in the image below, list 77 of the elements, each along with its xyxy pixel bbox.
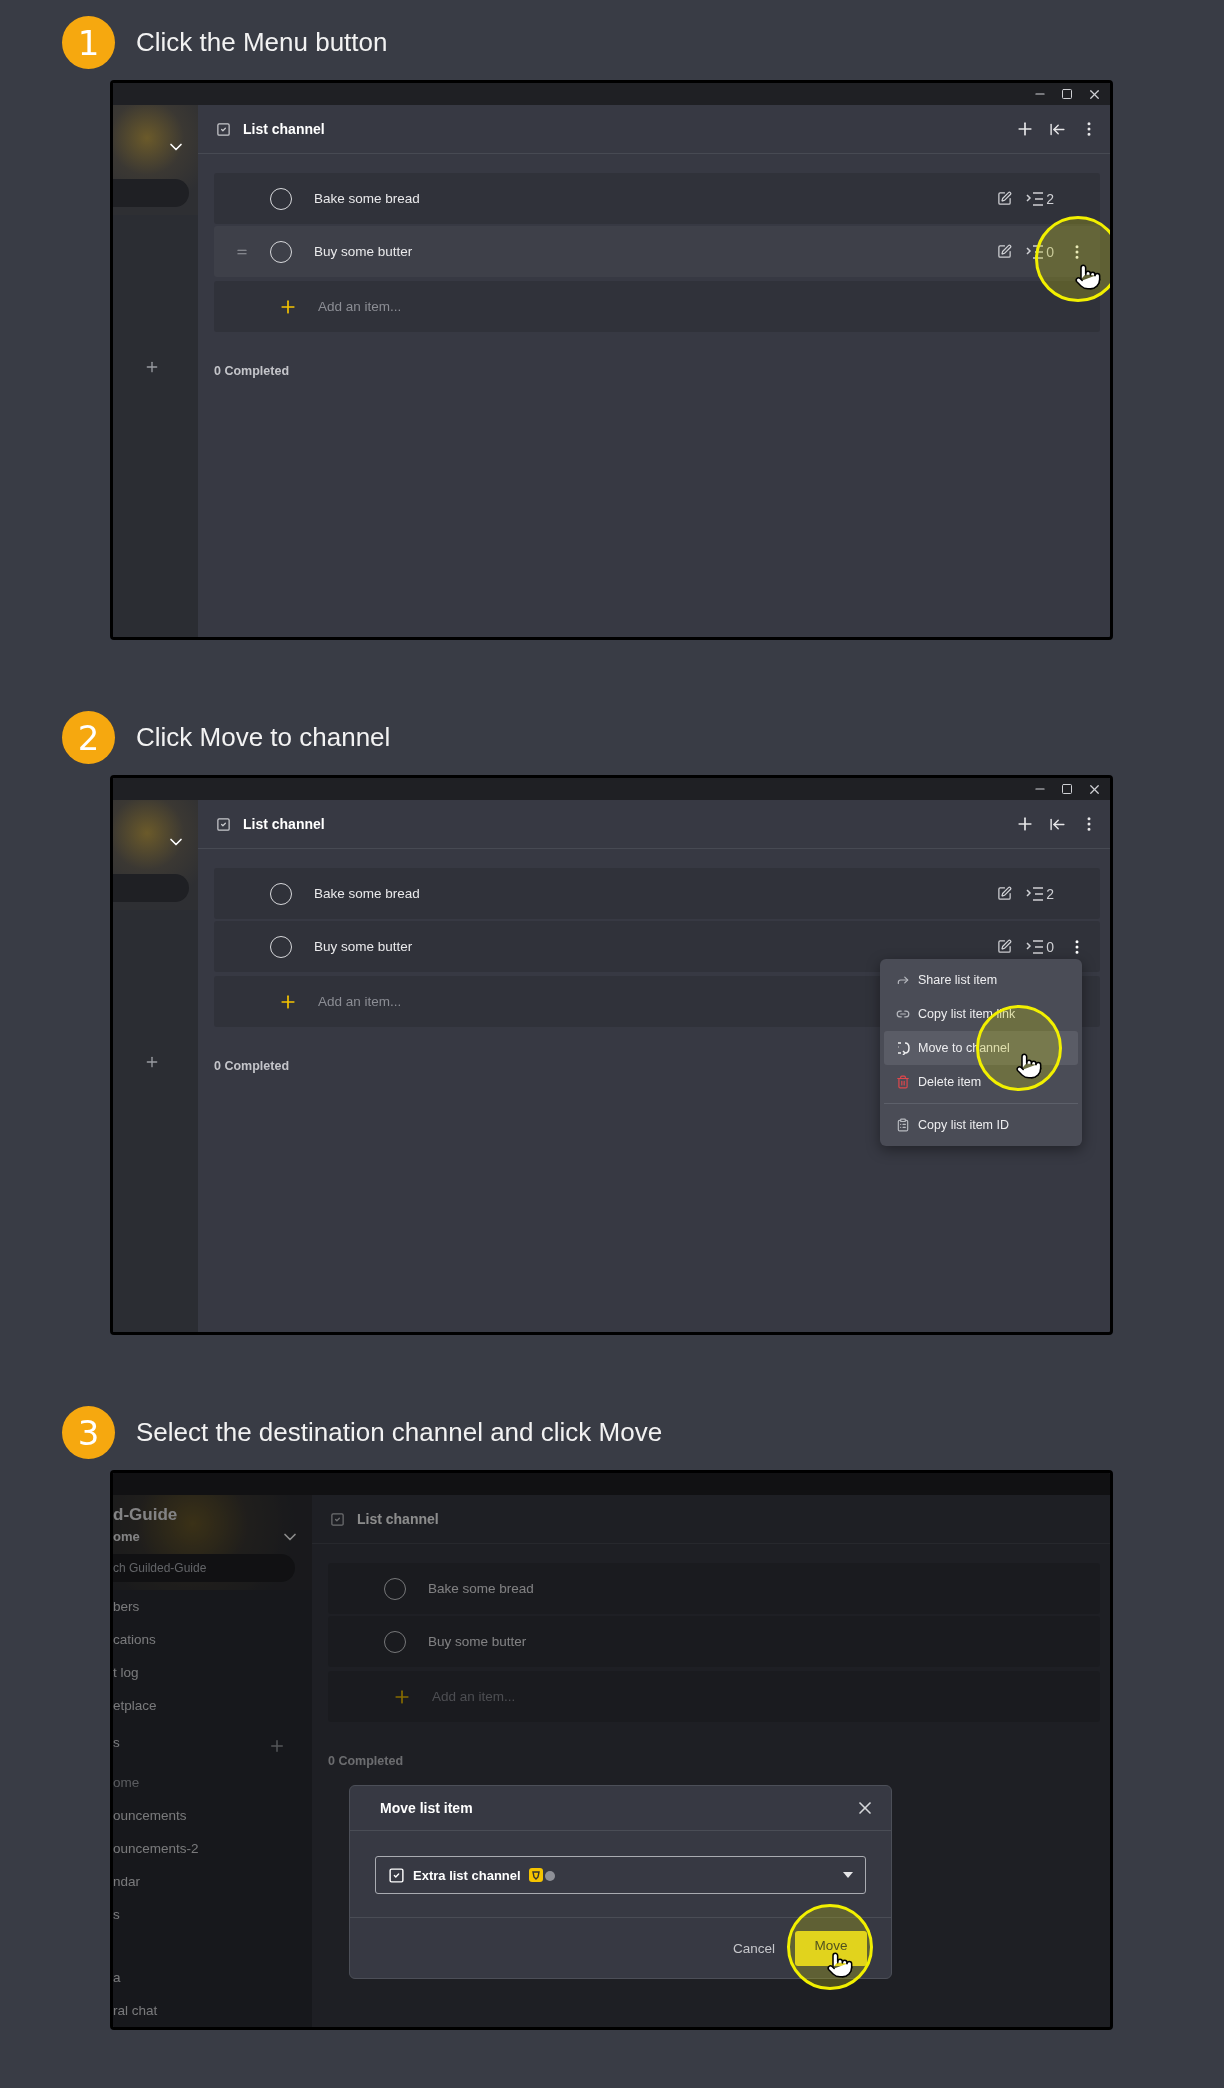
edit-icon[interactable] [997,886,1013,901]
checkbox-icon [216,121,231,137]
subtasks-icon [1026,190,1045,207]
plus-icon[interactable] [144,359,160,375]
maximize-icon[interactable] [1061,88,1073,100]
completed-count: 0 Completed [328,1754,403,1768]
plus-icon[interactable] [144,1054,160,1070]
hand-cursor-icon [1015,1052,1043,1080]
sidebar-item[interactable]: bers [113,1590,140,1623]
subtask-count: 0 [1046,243,1054,260]
subtask-count: 0 [1046,938,1054,955]
list-item[interactable]: Buy some butter 0 [214,921,1100,972]
channel-title: List channel [243,121,326,137]
step-instruction: Select the destination channel and click Move [136,1417,663,1448]
add-item-field[interactable]: Add an item... [214,281,1100,332]
subtasks-icon [1026,938,1045,955]
item-label: Bake some bread [428,1581,535,1596]
edit-icon[interactable] [997,244,1013,259]
list-item[interactable]: Bake some bread [328,1563,1100,1614]
caret-icon [843,1872,853,1878]
sidebar-item[interactable]: t log [113,1656,139,1689]
subtask-count: 2 [1046,885,1054,902]
trash-icon [896,1075,910,1089]
cancel-button[interactable]: Cancel [726,1939,781,1957]
step-number: 2 [62,711,115,764]
subtasks-icon [1026,885,1045,902]
hand-cursor-icon [826,1951,854,1979]
channel-item[interactable]: ndar [113,1865,141,1898]
channel-select[interactable]: Extra list channel [375,1856,866,1894]
move-button[interactable]: Move [795,1930,867,1966]
step-number: 1 [62,16,115,69]
edit-icon[interactable] [997,191,1013,206]
item-label: Bake some bread [314,886,421,901]
menu-item[interactable]: Delete item [884,1065,1078,1099]
channel-title: List channel [357,1511,440,1527]
completed-count: 0 Completed [214,364,289,378]
server-subtitle: ome [113,1528,140,1546]
share-icon [896,973,910,987]
move-icon [896,1041,910,1055]
completed-count: 0 Completed [214,1059,289,1073]
edit-icon[interactable] [997,939,1013,954]
step-instruction: Click Move to channel [136,722,391,753]
maximize-icon[interactable] [1061,783,1073,795]
channel-item[interactable]: a [113,1961,121,1994]
step-number: 3 [62,1406,115,1459]
search-field[interactable] [113,874,189,902]
channel-item[interactable]: ouncements [113,1799,187,1832]
dialog-title: Move list item [380,1800,473,1816]
step-instruction: Click the Menu button [136,27,388,58]
item-label: Buy some butter [314,244,414,259]
list-item[interactable]: Bake some bread 2 [214,868,1100,919]
list-item[interactable]: Bake some bread 2 [214,173,1100,224]
search-field[interactable]: ch Guilded-Guide [113,1554,295,1582]
checkbox-icon [216,816,231,832]
channel-item[interactable]: s [113,1898,120,1931]
channel-item[interactable]: ome [113,1766,140,1799]
sidebar-item[interactable]: cations [113,1623,156,1656]
channel-title: List channel [243,816,326,832]
list-item[interactable]: Buy some butter [328,1616,1100,1667]
item-label: Buy some butter [428,1634,528,1649]
channel-item[interactable]: ral chat [113,1994,158,2027]
checkbox-icon [388,1866,405,1884]
section-label: s [113,1734,120,1752]
checkbox-icon [330,1511,345,1527]
link-icon [896,1007,910,1021]
hand-cursor-icon [1074,262,1102,291]
list-item[interactable]: Buy some butter 0 [214,226,1100,277]
clipboard-icon [896,1118,910,1132]
server-name: d-Guide [113,1504,178,1526]
sidebar-item[interactable]: etplace [113,1689,157,1722]
channel-item[interactable]: ouncements-2 [113,1832,199,1865]
subtask-count: 2 [1046,190,1054,207]
subtasks-icon [1026,243,1045,260]
search-field[interactable] [113,179,189,207]
server-badge-icon [528,1867,557,1883]
item-label: Bake some bread [314,191,421,206]
item-label: Buy some butter [314,939,414,954]
